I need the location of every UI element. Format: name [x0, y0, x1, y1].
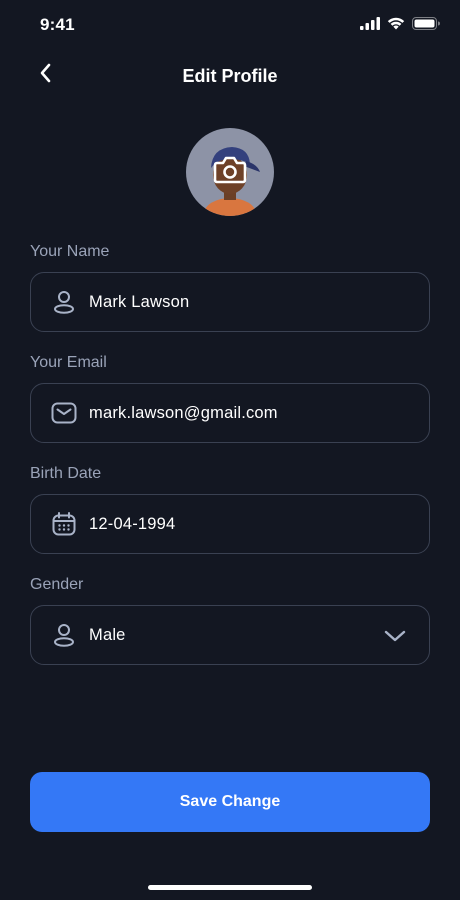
user-icon [51, 622, 77, 648]
user-icon [51, 289, 77, 315]
save-change-button[interactable]: Save Change [30, 772, 430, 832]
name-field[interactable]: Mark Lawson [30, 272, 430, 332]
mail-icon [51, 400, 77, 426]
calendar-icon [51, 511, 77, 537]
birth-date-value: 12-04-1994 [89, 514, 176, 533]
status-icons [360, 17, 440, 35]
wifi-icon [387, 17, 405, 35]
gender-value: Male [89, 625, 126, 644]
battery-icon [412, 17, 440, 35]
camera-icon [212, 152, 248, 188]
email-label: Your Email [30, 354, 107, 371]
birth-date-field[interactable]: 12-04-1994 [30, 494, 430, 554]
signal-icon [360, 17, 380, 35]
email-field[interactable]: mark.lawson@gmail.com [30, 383, 430, 443]
name-value: Mark Lawson [89, 292, 190, 311]
gender-label: Gender [30, 576, 84, 593]
status-time: 9:41 [40, 15, 75, 34]
page-title: Edit Profile [182, 66, 278, 86]
chevron-down-icon[interactable] [383, 624, 407, 648]
email-value: mark.lawson@gmail.com [89, 403, 278, 422]
edit-profile-screen: 9:41 Edit Profile Your Name Mark Lawson … [0, 0, 460, 900]
nav-bar: Edit Profile [0, 56, 460, 96]
status-bar: 9:41 [0, 0, 460, 52]
gender-select[interactable]: Male [30, 605, 430, 665]
avatar-button[interactable] [186, 128, 274, 216]
birth-date-label: Birth Date [30, 465, 102, 482]
home-indicator [148, 885, 312, 890]
name-label: Your Name [30, 243, 110, 260]
